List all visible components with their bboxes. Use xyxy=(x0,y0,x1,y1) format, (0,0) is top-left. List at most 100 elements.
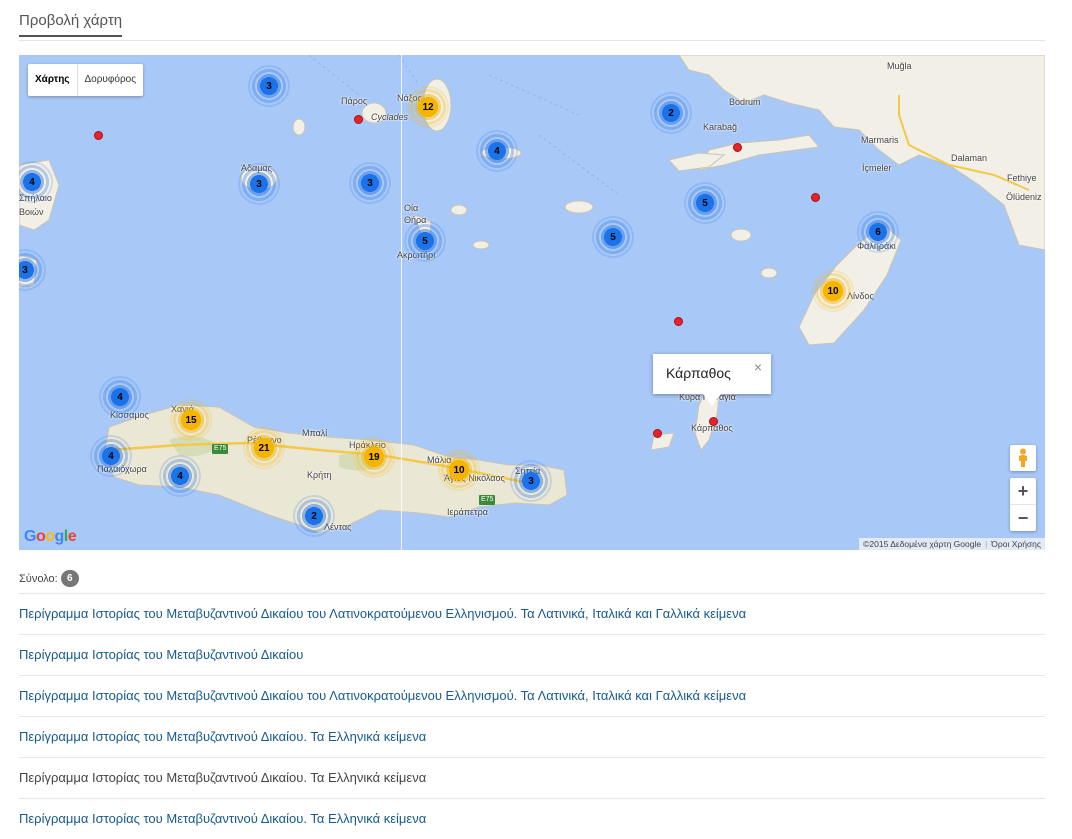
info-window-label: Κάρπαθος xyxy=(666,365,731,381)
result-item: Περίγραμμα Ιστορίας του Μεταβυζαντινού Δ… xyxy=(19,757,1045,798)
attribution-data: ©2015 Δεδομένα χάρτη Google xyxy=(863,539,982,549)
road-badge: E75 xyxy=(479,495,496,505)
place-label: Fethiye xyxy=(1007,173,1037,183)
place-label: Βοιών xyxy=(19,207,44,217)
cluster-count: 12 xyxy=(422,101,434,113)
land-symi xyxy=(760,267,778,279)
marker-cluster[interactable]: 15 xyxy=(170,399,212,441)
map-marker[interactable] xyxy=(810,192,820,202)
place-label: Ιεράπετρα xyxy=(447,507,488,517)
street-view-pegman-icon[interactable] xyxy=(1010,445,1036,471)
info-window-tail xyxy=(703,394,721,406)
marker-cluster[interactable]: 2 xyxy=(293,495,335,537)
total-label: Σύνολο: xyxy=(19,572,58,585)
cluster-count: 3 xyxy=(367,177,373,189)
close-icon[interactable]: × xyxy=(754,359,762,375)
place-label: Bodrum xyxy=(729,97,761,107)
zoom-in-button[interactable]: + xyxy=(1010,478,1036,504)
cluster-count: 4 xyxy=(29,176,35,188)
results-list: Περίγραμμα Ιστορίας του Μεταβυζαντινού Δ… xyxy=(19,593,1045,839)
road-badge: E75 xyxy=(212,444,229,454)
result-item[interactable]: Περίγραμμα Ιστορίας του Μεταβυζαντινού Δ… xyxy=(19,675,1045,716)
cluster-count: 10 xyxy=(827,285,839,297)
marker-cluster[interactable]: 5 xyxy=(592,216,634,258)
marker-cluster[interactable]: 4 xyxy=(99,376,141,418)
marker-cluster[interactable]: 19 xyxy=(353,436,395,478)
marker-cluster[interactable]: 3 xyxy=(349,162,391,204)
map-marker[interactable] xyxy=(353,114,363,124)
total-count-badge: 6 xyxy=(60,570,79,587)
place-label: Πάρος xyxy=(341,96,368,106)
cluster-count: 5 xyxy=(702,197,708,209)
marker-cluster[interactable]: 4 xyxy=(159,455,201,497)
place-label: İçmeler xyxy=(862,163,892,173)
marker-cluster[interactable]: 10 xyxy=(812,270,854,312)
map-marker[interactable] xyxy=(93,130,103,140)
land-tilos xyxy=(730,228,752,242)
result-item[interactable]: Περίγραμμα Ιστορίας του Μεταβυζαντινού Δ… xyxy=(19,798,1045,839)
marker-cluster[interactable]: 6 xyxy=(857,211,899,253)
place-label: Karabağ xyxy=(703,122,738,132)
cluster-count: 4 xyxy=(108,450,114,462)
land-datca xyxy=(698,134,820,171)
map-seam-line xyxy=(401,55,402,550)
map-marker[interactable] xyxy=(708,416,718,426)
map-type-satellite-button[interactable]: Δορυφόρος xyxy=(76,64,144,96)
land-kos xyxy=(668,152,726,172)
cluster-count: 4 xyxy=(177,470,183,482)
marker-cluster[interactable]: 2 xyxy=(650,92,692,134)
cluster-count: 19 xyxy=(368,451,380,463)
section-title[interactable]: Προβολή χάρτη xyxy=(19,12,123,37)
place-label: Cyclades xyxy=(371,112,409,122)
marker-cluster[interactable]: 3 xyxy=(510,460,552,502)
terms-link[interactable]: Όροι Χρήσης xyxy=(991,539,1041,549)
marker-cluster[interactable]: 21 xyxy=(243,427,285,469)
cluster-count: 2 xyxy=(311,510,317,522)
cluster-count: 10 xyxy=(453,464,465,476)
cluster-count: 4 xyxy=(494,145,500,157)
place-label: Οία xyxy=(404,203,419,213)
map-type-control[interactable]: Χάρτης Δορυφόρος xyxy=(28,64,144,96)
marker-cluster[interactable]: 3 xyxy=(248,65,290,107)
cluster-count: 4 xyxy=(117,391,123,403)
cluster-count: 3 xyxy=(256,178,262,190)
marker-cluster[interactable]: 12 xyxy=(407,86,449,128)
map-attribution: ©2015 Δεδομένα χάρτη Google | Όροι Χρήσης xyxy=(859,538,1045,550)
marker-cluster[interactable]: 5 xyxy=(404,220,446,262)
land-anafi xyxy=(472,240,490,250)
result-item[interactable]: Περίγραμμα Ιστορίας του Μεταβυζαντινού Δ… xyxy=(19,634,1045,675)
marker-cluster[interactable]: 10 xyxy=(438,449,480,491)
cluster-count: 21 xyxy=(258,442,270,454)
section-divider xyxy=(19,40,1045,41)
place-label: Ölüdeniz xyxy=(1006,192,1042,202)
cluster-count: 3 xyxy=(528,475,534,487)
zoom-out-button[interactable]: − xyxy=(1010,504,1036,531)
result-item[interactable]: Περίγραμμα Ιστορίας του Μεταβυζαντινού Δ… xyxy=(19,716,1045,757)
map-view[interactable]: ΠάροςΝάξοςCycladesΆδαμαςΘήραΟίαΑκρωτήριB… xyxy=(19,55,1045,550)
marker-cluster[interactable]: 4 xyxy=(90,435,132,477)
place-label: Dalaman xyxy=(951,153,988,163)
marker-cluster[interactable]: 5 xyxy=(684,182,726,224)
place-label: Marmaris xyxy=(861,135,899,145)
map-marker[interactable] xyxy=(732,142,742,152)
cluster-count: 3 xyxy=(266,80,272,92)
cluster-count: 15 xyxy=(185,414,197,426)
marker-cluster[interactable]: 3 xyxy=(238,163,280,205)
cluster-count: 2 xyxy=(668,107,674,119)
google-logo[interactable]: Google xyxy=(24,528,77,546)
cluster-count: 3 xyxy=(22,264,28,276)
results-total: Σύνολο: 6 xyxy=(19,570,79,587)
land-ios xyxy=(450,204,468,216)
result-item[interactable]: Περίγραμμα Ιστορίας του Μεταβυζαντινού Δ… xyxy=(19,593,1045,634)
info-window: Κάρπαθος × xyxy=(653,354,771,406)
cluster-count: 5 xyxy=(422,235,428,247)
place-label: Muğla xyxy=(887,61,912,71)
map-marker[interactable] xyxy=(652,428,662,438)
land-astypalaia xyxy=(564,200,594,214)
cluster-count: 5 xyxy=(610,231,616,243)
place-label: Μπαλί xyxy=(302,428,328,438)
map-marker[interactable] xyxy=(673,316,683,326)
map-type-map-button[interactable]: Χάρτης xyxy=(28,64,77,96)
marker-cluster[interactable]: 4 xyxy=(476,130,518,172)
zoom-control[interactable]: + − xyxy=(1010,478,1036,531)
